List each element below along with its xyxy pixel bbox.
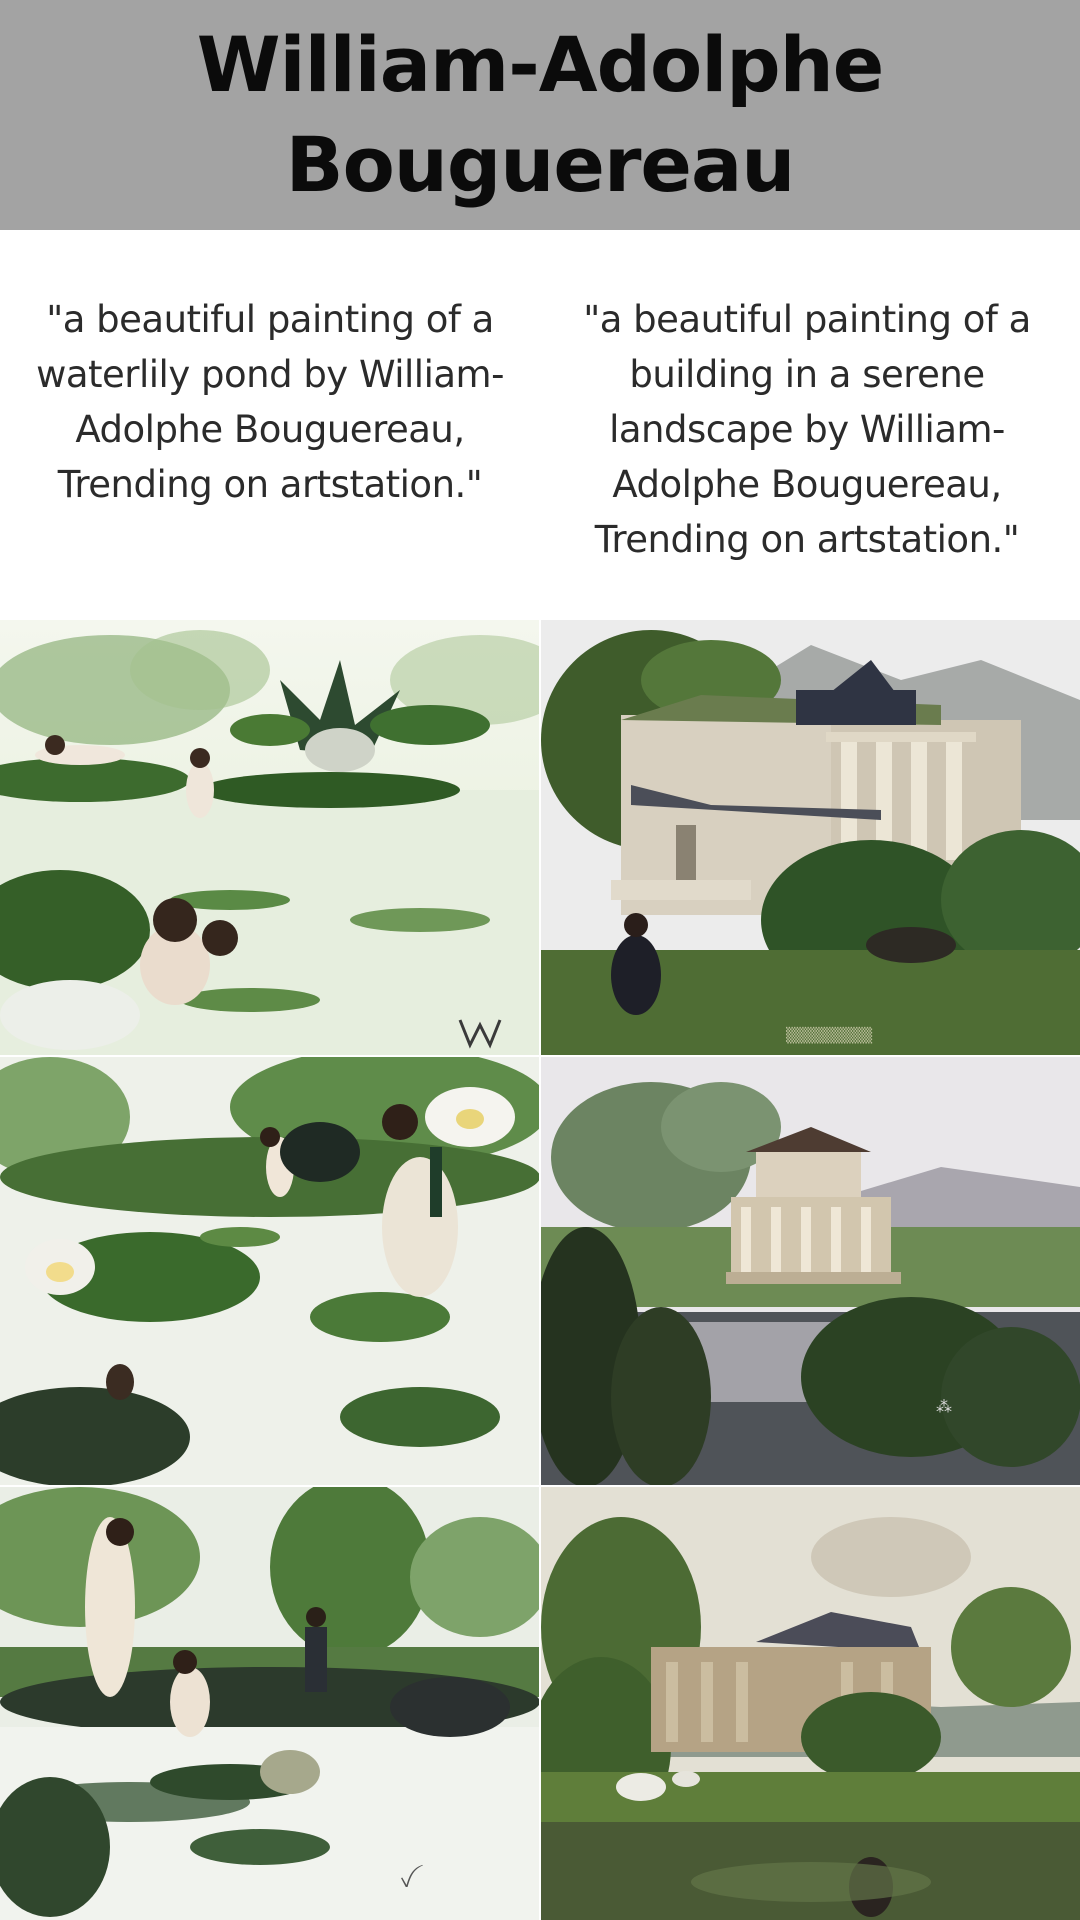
page-title: William-Adolphe Bouguereau xyxy=(196,15,885,215)
svg-text:⁂: ⁂ xyxy=(936,1397,952,1416)
prompt-caption-right: "a beautiful painting of a building in a… xyxy=(583,298,1031,561)
title-line-2: Bouguereau xyxy=(285,120,796,209)
image-building-3 xyxy=(541,1487,1080,1920)
waterlily-painting-3: ꪜ xyxy=(0,1487,540,1920)
prompt-caption-left: "a beautiful painting of a waterlily pon… xyxy=(36,298,504,506)
grid-divider-row-2 xyxy=(0,1485,1080,1487)
grid-divider-row-1 xyxy=(0,1055,1080,1057)
image-building-2: ⁂ xyxy=(541,1057,1080,1485)
waterlily-painting-1 xyxy=(0,620,540,1055)
building-painting-3 xyxy=(541,1487,1080,1920)
image-waterlily-2 xyxy=(0,1057,540,1485)
waterlily-painting-2 xyxy=(0,1057,540,1485)
image-waterlily-3: ꪜ xyxy=(0,1487,540,1920)
building-painting-1: ▒▒▒▒▒▒▒▒ xyxy=(541,620,1080,1055)
grid-divider-vertical xyxy=(539,620,541,1920)
image-waterlily-1 xyxy=(0,620,540,1055)
title-banner: William-Adolphe Bouguereau xyxy=(0,0,1080,230)
svg-text:▒▒▒▒▒▒▒▒: ▒▒▒▒▒▒▒▒ xyxy=(786,1026,872,1044)
title-line-1: William-Adolphe xyxy=(196,20,885,109)
image-building-1: ▒▒▒▒▒▒▒▒ xyxy=(541,620,1080,1055)
building-painting-2: ⁂ xyxy=(541,1057,1080,1485)
